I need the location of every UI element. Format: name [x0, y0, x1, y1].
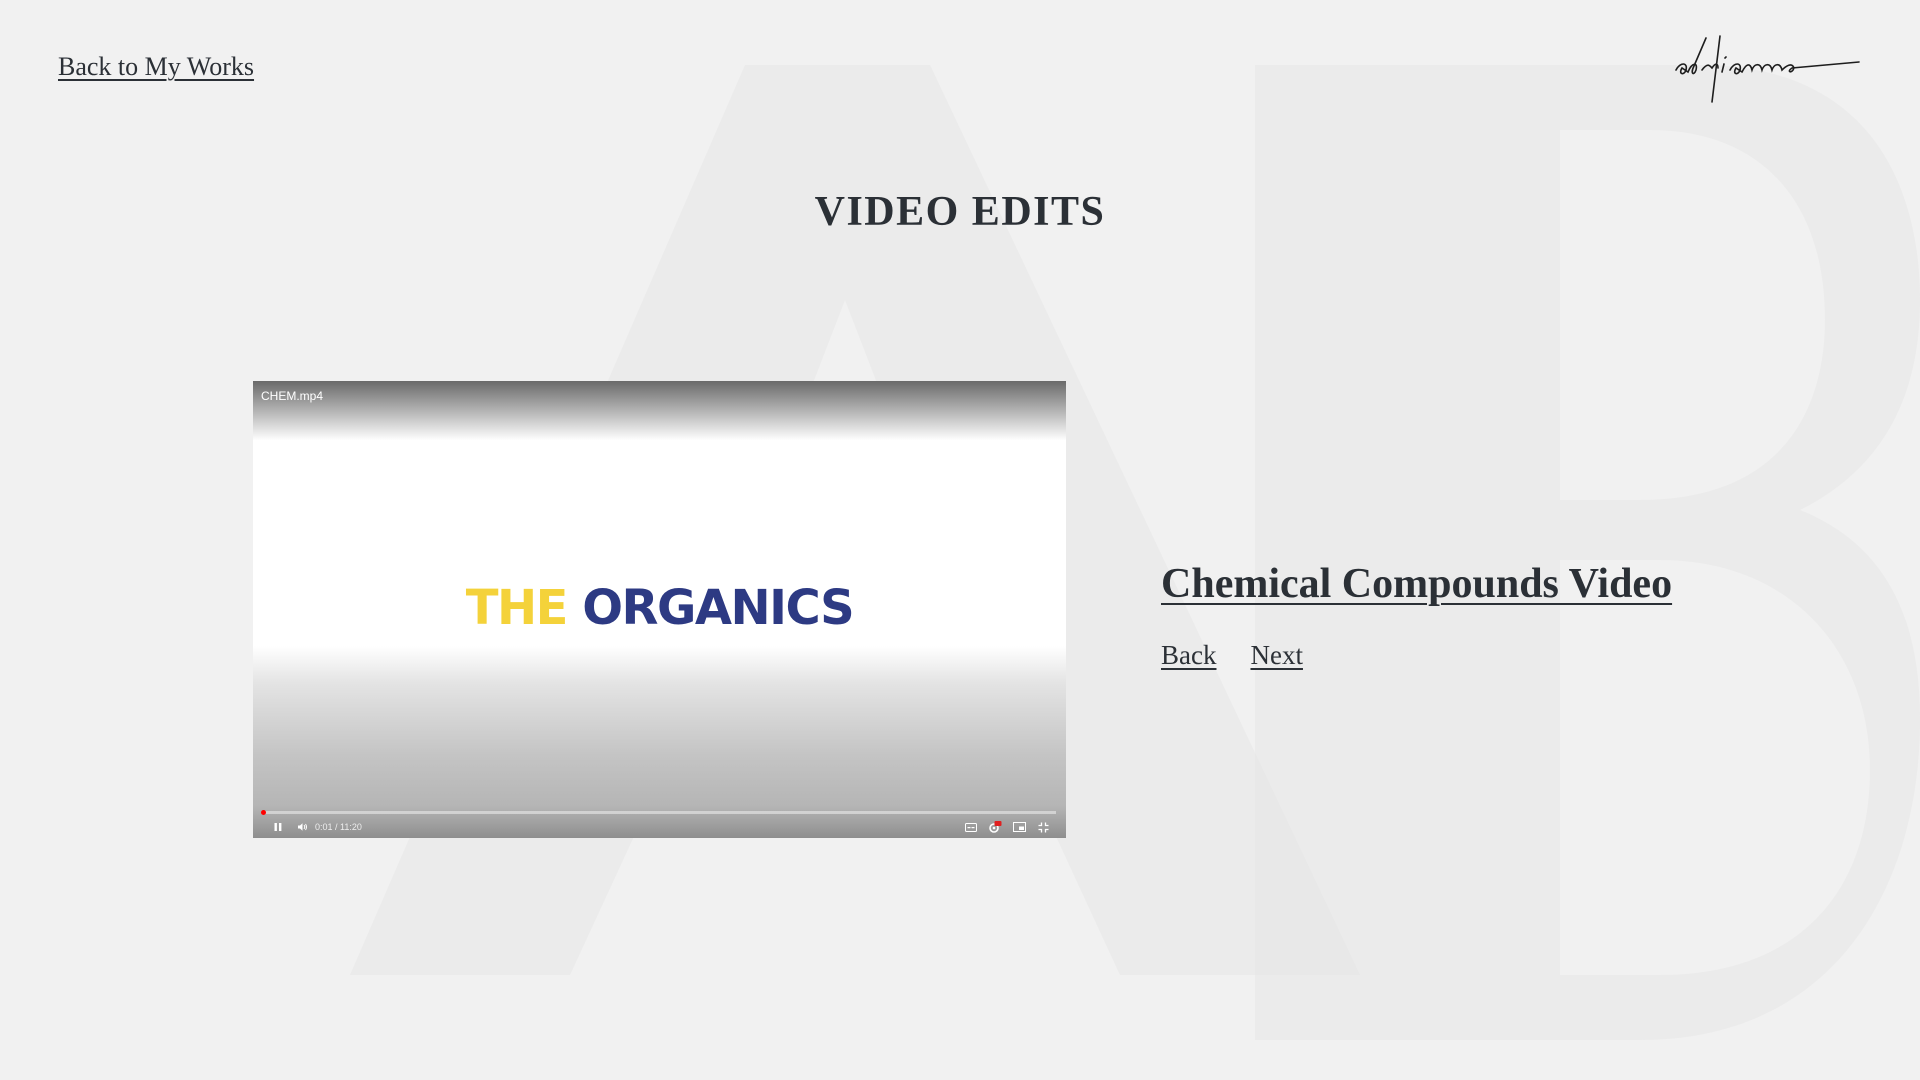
video-progress-bar[interactable] [261, 810, 1056, 815]
captions-icon[interactable] [962, 818, 980, 836]
signature-logo[interactable] [1674, 32, 1864, 104]
video-player[interactable]: CHEM.mp4 THE ORGANICS 0:01 / 11:20 [253, 381, 1066, 838]
project-navigation: Back Next [1161, 640, 1303, 671]
video-time-display: 0:01 / 11:20 [315, 822, 362, 832]
back-button[interactable]: Back [1161, 640, 1216, 671]
miniplayer-icon[interactable] [1010, 818, 1028, 836]
video-title-word-the: THE [465, 580, 569, 636]
pause-icon[interactable] [269, 818, 287, 836]
video-progress-scrubber[interactable] [261, 810, 267, 815]
video-file-name: CHEM.mp4 [261, 389, 324, 403]
video-controls: 0:01 / 11:20 [253, 816, 1066, 838]
video-title-word-organics: ORGANICS [582, 580, 855, 636]
back-to-my-works-link[interactable]: Back to My Works [58, 52, 254, 82]
volume-icon[interactable] [293, 818, 311, 836]
hd-settings-icon[interactable] [986, 818, 1004, 836]
video-frame-title: THE ORGANICS [253, 584, 1066, 632]
project-title-link[interactable]: Chemical Compounds Video [1161, 560, 1672, 608]
page-title: VIDEO EDITS [814, 189, 1106, 235]
next-button[interactable]: Next [1250, 640, 1302, 671]
exit-fullscreen-icon[interactable] [1034, 818, 1052, 836]
